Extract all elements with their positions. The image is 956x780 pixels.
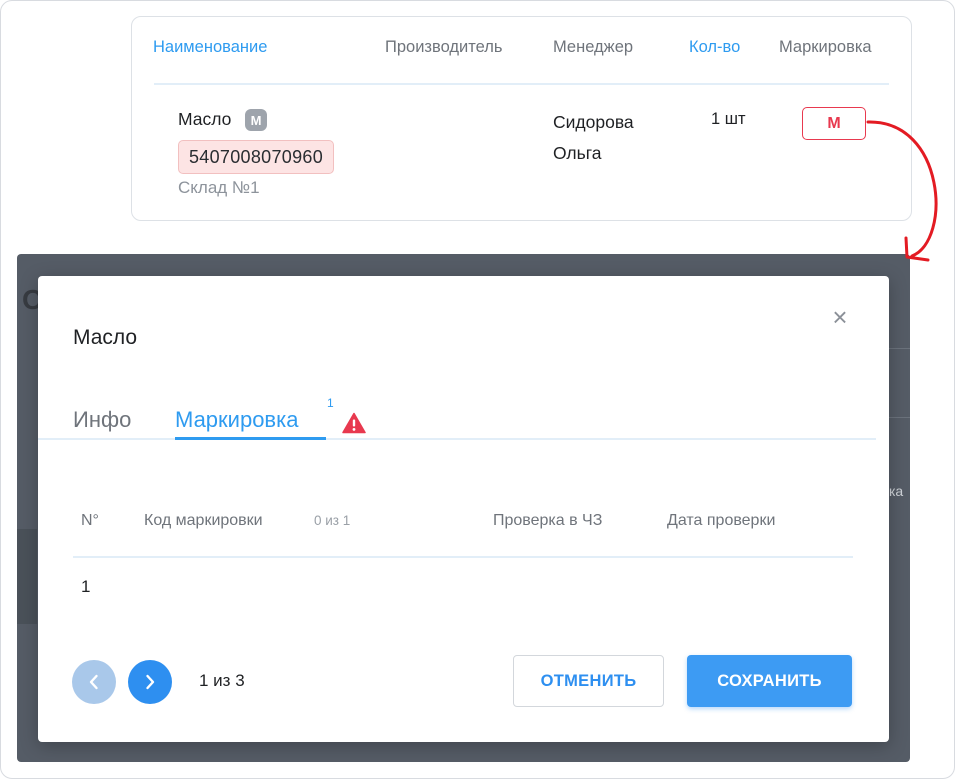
barcode-chip: 5407008070960	[178, 140, 335, 174]
column-header-num: N°	[81, 512, 99, 529]
column-header-manager[interactable]: Менеджер	[553, 38, 633, 57]
chevron-left-icon	[89, 674, 98, 690]
code-count: 0 из 1	[314, 513, 351, 528]
column-header-date: Дата проверки	[667, 512, 776, 529]
product-table-card: Наименование Производитель Менеджер Кол-…	[131, 16, 912, 221]
close-icon[interactable]: ×	[827, 304, 853, 330]
table-header: Наименование Производитель Менеджер Кол-…	[132, 17, 911, 77]
column-header-quantity[interactable]: Кол-во	[689, 38, 740, 57]
next-page-button[interactable]	[128, 660, 172, 704]
column-header-code: Код маркировки	[144, 512, 263, 529]
column-header-marking[interactable]: Маркировка	[779, 38, 872, 57]
modal-title: Масло	[73, 326, 138, 349]
tab-marking-count: 1	[327, 396, 334, 410]
table-row-number: 1	[81, 577, 91, 596]
cancel-button[interactable]: ОТМЕНИТЬ	[513, 655, 664, 707]
manager-name: Сидорова Ольга	[553, 112, 634, 163]
marking-badge: M	[245, 109, 267, 131]
prev-page-button[interactable]	[72, 660, 116, 704]
tab-info[interactable]: Инфо	[73, 407, 131, 433]
column-header-manufacturer[interactable]: Производитель	[385, 38, 502, 57]
marking-modal: Масло × Инфо Маркировка 1 N° Код маркиро…	[38, 276, 889, 742]
column-header-name[interactable]: Наименование	[153, 38, 267, 57]
background-field	[889, 348, 910, 418]
marking-button[interactable]: М	[802, 107, 866, 140]
save-button[interactable]: СОХРАНИТЬ	[687, 655, 852, 707]
background-right-strip	[889, 264, 910, 744]
tab-marking[interactable]: Маркировка	[175, 407, 298, 433]
warning-icon	[342, 412, 366, 434]
quantity-value: 1 шт	[711, 110, 746, 128]
column-header-check: Проверка в ЧЗ	[493, 512, 603, 529]
background-panel	[17, 529, 37, 624]
tabs-divider	[38, 438, 876, 440]
chevron-right-icon	[146, 674, 155, 690]
pagination-text: 1 из 3	[199, 671, 245, 690]
table-divider	[73, 556, 853, 558]
header-divider	[154, 83, 889, 85]
warehouse-label: Склад №1	[178, 178, 260, 197]
active-tab-indicator	[175, 437, 326, 440]
product-name[interactable]: Масло	[178, 109, 231, 130]
